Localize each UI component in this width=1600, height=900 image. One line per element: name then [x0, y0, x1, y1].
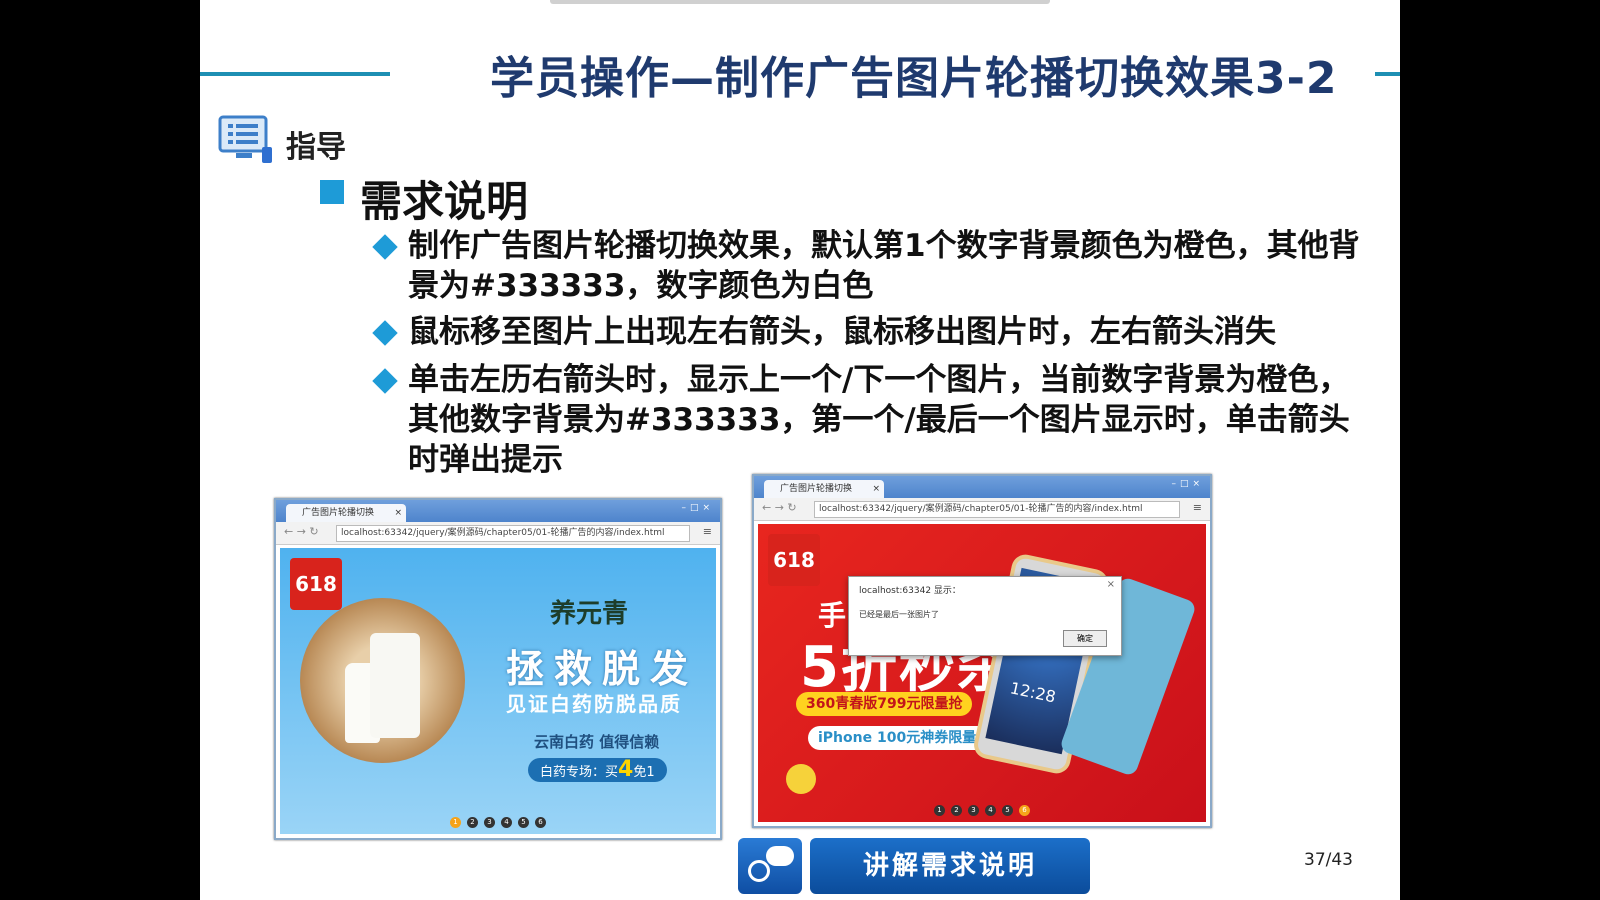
bottle-image — [370, 633, 420, 738]
monitor-list-icon — [218, 115, 272, 163]
dialog-message: 已经是最后一张图片了 — [859, 610, 939, 619]
ad-logo: 618 — [768, 534, 820, 586]
diamond-bullet-icon — [372, 234, 398, 260]
carousel-dot[interactable]: 5 — [1002, 805, 1013, 816]
close-icon[interactable]: × — [394, 504, 402, 522]
carousel-ad-image[interactable]: 618 手机爆款 5折秒杀 360青春版799元限量抢 iPhone 100元神… — [758, 524, 1206, 822]
ad-subline: 见证白药防脱品质 — [506, 692, 682, 716]
top-bar — [550, 0, 1050, 4]
close-icon[interactable]: × — [872, 480, 880, 498]
url-field[interactable]: localhost:63342/jquery/案例源码/chapter05/01… — [814, 501, 1180, 518]
browser-tab[interactable]: 广告图片轮播切换 × — [286, 504, 406, 522]
alert-dialog: localhost:63342 显示： × 已经是最后一张图片了 确定 — [848, 576, 1122, 656]
back-forward-reload-icon[interactable]: ← → ↻ — [284, 525, 319, 538]
browser-url-bar: ← → ↻ localhost:63342/jquery/案例源码/chapte… — [754, 498, 1210, 521]
carousel-dot[interactable]: 2 — [951, 805, 962, 816]
browser-tab-bar: 广告图片轮播切换 × –□× — [276, 500, 720, 522]
ad-pill-2: iPhone 100元神券限量领 — [808, 726, 1001, 750]
ad-brand: 养元青 — [550, 599, 629, 629]
browser-screenshot-left: 广告图片轮播切换 × –□× ← → ↻ localhost:63342/jqu… — [274, 498, 722, 840]
carousel-ad-image[interactable]: 618 养元青 拯救脱发 见证白药防脱品质 云南白药 值得信赖 白药专场：买4免… — [280, 548, 716, 834]
carousel-dot[interactable]: 6 — [535, 817, 546, 828]
carousel-dot[interactable]: 4 — [501, 817, 512, 828]
carousel-dot[interactable]: 5 — [518, 817, 529, 828]
ad-pill-1: 360青春版799元限量抢 — [796, 692, 973, 716]
carousel-dot[interactable]: 4 — [985, 805, 996, 816]
square-bullet-icon — [320, 180, 344, 204]
ad-logo: 618 — [290, 558, 342, 610]
window-controls-icon[interactable]: –□× — [1171, 479, 1204, 489]
slide: 学员操作—制作广告图片轮播切换效果3-2 指导 需求说明 制作广告图片轮播切换效… — [200, 0, 1400, 900]
tab-title: 广告图片轮播切换 — [302, 508, 375, 518]
requirement-item-2: 鼠标移至图片上出现左右箭头，鼠标移出图片时，左右箭头消失 — [408, 314, 1276, 350]
dialog-ok-button[interactable]: 确定 — [1063, 630, 1107, 647]
requirement-item-1: 制作广告图片轮播切换效果，默认第1个数字背景颜色为橙色，其他背景为#333333… — [408, 228, 1360, 304]
promo-number: 4 — [618, 757, 634, 782]
carousel-dot[interactable]: 1 — [934, 805, 945, 816]
person-icon — [748, 860, 770, 882]
back-forward-reload-icon[interactable]: ← → ↻ — [762, 501, 797, 514]
carousel-dot[interactable]: 3 — [484, 817, 495, 828]
carousel-dot[interactable]: 2 — [467, 817, 478, 828]
slide-title: 学员操作—制作广告图片轮播切换效果3-2 — [490, 53, 1338, 104]
explain-requirements-button[interactable]: 讲解需求说明 — [810, 838, 1090, 894]
browser-screenshot-right: 广告图片轮播切换 × –□× ← → ↻ localhost:63342/jqu… — [752, 474, 1212, 828]
promo-prefix: 白药专场：买 — [540, 765, 619, 780]
title-rule-right — [1375, 72, 1400, 76]
diamond-bullet-icon — [372, 320, 398, 346]
menu-icon[interactable]: ≡ — [703, 525, 712, 538]
ad-headline: 拯救脱发 — [506, 647, 699, 691]
page-number: 37/43 — [1304, 850, 1353, 870]
promo-suffix: 免1 — [633, 765, 655, 780]
browser-tab[interactable]: 广告图片轮播切换 × — [764, 480, 884, 498]
window-controls-icon[interactable]: –□× — [681, 503, 714, 513]
ad-promo: 白药专场：买4免1 — [528, 758, 667, 782]
carousel-dots: 123456 — [758, 797, 1206, 816]
speech-bubble-icon — [766, 846, 794, 866]
menu-icon[interactable]: ≡ — [1193, 501, 1202, 514]
close-icon[interactable]: × — [1107, 579, 1115, 590]
chat-person-icon[interactable] — [738, 838, 802, 894]
url-field[interactable]: localhost:63342/jquery/案例源码/chapter05/01… — [336, 525, 690, 542]
tab-title: 广告图片轮播切换 — [780, 484, 853, 494]
requirement-item-3: 单击左历右箭头时，显示上一个/下一个图片，当前数字背景为橙色，其他数字背景为#3… — [408, 362, 1350, 478]
dialog-title: localhost:63342 显示： — [859, 586, 961, 596]
title-rule-left — [200, 72, 390, 76]
carousel-dots: 123456 — [280, 809, 716, 828]
browser-tab-bar: 广告图片轮播切换 × –□× — [754, 476, 1210, 498]
carousel-dot[interactable]: 1 — [450, 817, 461, 828]
ad-brand-line: 云南白药 值得信赖 — [534, 733, 660, 751]
diamond-bullet-icon — [372, 368, 398, 394]
carousel-dot[interactable]: 6 — [1019, 805, 1030, 816]
section-heading: 需求说明 — [360, 177, 529, 226]
browser-url-bar: ← → ↻ localhost:63342/jquery/案例源码/chapte… — [276, 522, 720, 545]
carousel-dot[interactable]: 3 — [968, 805, 979, 816]
coin-image — [786, 764, 816, 794]
guide-label: 指导 — [286, 130, 346, 165]
